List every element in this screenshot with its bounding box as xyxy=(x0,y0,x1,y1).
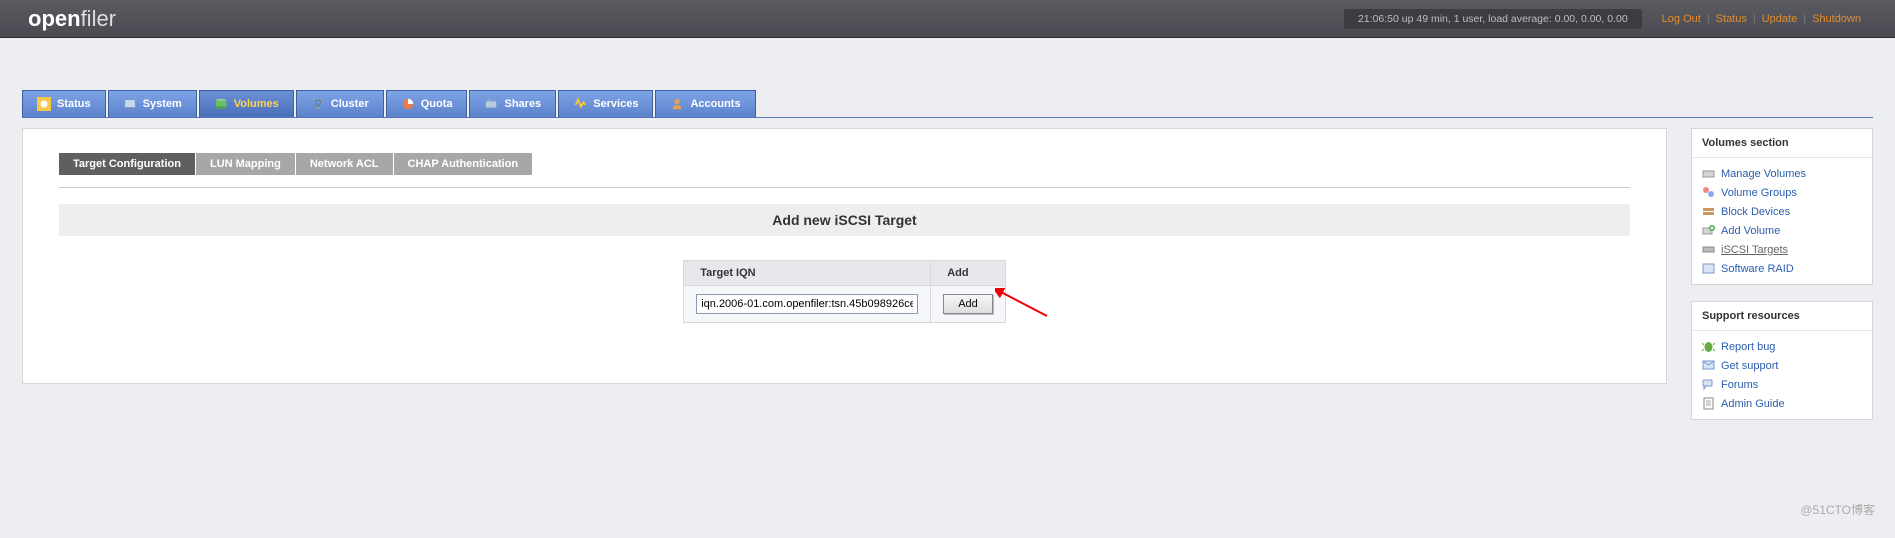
group-icon xyxy=(1702,186,1715,199)
block-icon xyxy=(1702,205,1715,218)
status-link[interactable]: Status xyxy=(1710,13,1753,25)
nav-volumes[interactable]: Volumes xyxy=(199,90,294,117)
link-get-support[interactable]: Get support xyxy=(1702,359,1862,372)
support-icon xyxy=(1702,359,1715,372)
volumes-section-panel: Volumes section Manage Volumes Volume Gr… xyxy=(1691,128,1873,285)
panel-title: Support resources xyxy=(1692,302,1872,331)
link-admin-guide[interactable]: Admin Guide xyxy=(1702,397,1862,410)
subnav-chap-auth[interactable]: CHAP Authentication xyxy=(394,153,533,175)
add-drive-icon xyxy=(1702,224,1715,237)
link-report-bug[interactable]: Report bug xyxy=(1702,340,1862,353)
shutdown-link[interactable]: Shutdown xyxy=(1806,13,1867,25)
panel-title: Volumes section xyxy=(1692,129,1872,158)
system-uptime: 21:06:50 up 49 min, 1 user, load average… xyxy=(1344,9,1642,29)
nav-cluster[interactable]: Cluster xyxy=(296,90,384,117)
annotation-arrow xyxy=(995,288,1049,321)
top-links: Log Out| Status| Update| Shutdown xyxy=(1656,13,1867,25)
accounts-icon xyxy=(670,97,684,111)
target-iqn-input[interactable] xyxy=(696,294,918,314)
logout-link[interactable]: Log Out xyxy=(1656,13,1707,25)
shares-icon xyxy=(484,97,498,111)
guide-icon xyxy=(1702,397,1715,410)
top-bar: openfiler 21:06:50 up 49 min, 1 user, lo… xyxy=(0,0,1895,38)
subnav-network-acl[interactable]: Network ACL xyxy=(296,153,394,175)
quota-icon xyxy=(401,97,415,111)
cluster-icon xyxy=(311,97,325,111)
nav-services[interactable]: Services xyxy=(558,90,653,117)
services-icon xyxy=(573,97,587,111)
th-target-iqn: Target IQN xyxy=(684,261,931,286)
main-nav: Status System Volumes Cluster Quota Shar… xyxy=(22,90,1873,118)
support-resources-panel: Support resources Report bug Get support… xyxy=(1691,301,1873,420)
brand-logo: openfiler xyxy=(28,6,116,32)
nav-status[interactable]: Status xyxy=(22,90,106,117)
th-add: Add xyxy=(931,261,1006,286)
link-manage-volumes[interactable]: Manage Volumes xyxy=(1702,167,1862,180)
add-button[interactable]: Add xyxy=(943,294,993,314)
nav-system[interactable]: System xyxy=(108,90,197,117)
link-forums[interactable]: Forums xyxy=(1702,378,1862,391)
status-icon xyxy=(37,97,51,111)
link-add-volume[interactable]: Add Volume xyxy=(1702,224,1862,237)
update-link[interactable]: Update xyxy=(1756,13,1803,25)
system-icon xyxy=(123,97,137,111)
forums-icon xyxy=(1702,378,1715,391)
link-volume-groups[interactable]: Volume Groups xyxy=(1702,186,1862,199)
link-software-raid[interactable]: Software RAID xyxy=(1702,262,1862,275)
drive-icon xyxy=(1702,167,1715,180)
iscsi-icon xyxy=(1702,243,1715,256)
main-content: Target Configuration LUN Mapping Network… xyxy=(22,128,1667,384)
subnav-target-config[interactable]: Target Configuration xyxy=(59,153,196,175)
link-iscsi-targets[interactable]: iSCSI Targets xyxy=(1702,243,1862,256)
sub-nav: Target Configuration LUN Mapping Network… xyxy=(59,153,1630,175)
nav-shares[interactable]: Shares xyxy=(469,90,556,117)
raid-icon xyxy=(1702,262,1715,275)
watermark: @51CTO博客 xyxy=(1800,501,1875,518)
add-target-table: Target IQN Add Add xyxy=(683,260,1006,323)
volumes-icon xyxy=(214,97,228,111)
bug-icon xyxy=(1702,340,1715,353)
subnav-lun-mapping[interactable]: LUN Mapping xyxy=(196,153,296,175)
nav-quota[interactable]: Quota xyxy=(386,90,468,117)
section-title: Add new iSCSI Target xyxy=(59,204,1630,236)
link-block-devices[interactable]: Block Devices xyxy=(1702,205,1862,218)
nav-accounts[interactable]: Accounts xyxy=(655,90,755,117)
